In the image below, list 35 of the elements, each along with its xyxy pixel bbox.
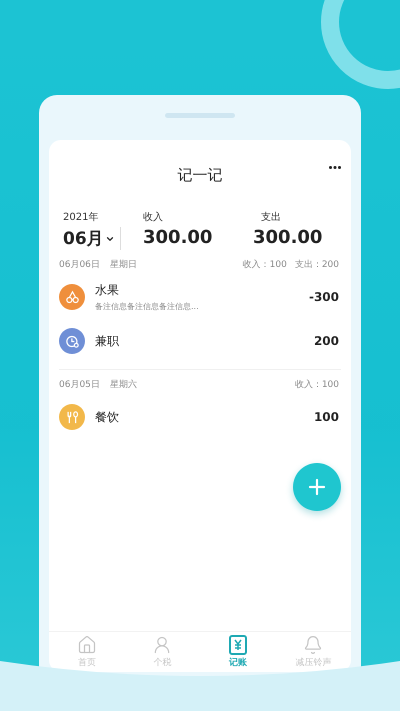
- expense-label: 支出: [260, 210, 282, 224]
- day-weekday: 星期日: [110, 258, 137, 271]
- day-total: 收入：100: [242, 258, 287, 271]
- day-total: 收入：100: [294, 378, 339, 391]
- bell-icon: [303, 635, 324, 655]
- income-total: 300.00: [143, 227, 214, 248]
- day-weekday: 星期六: [110, 378, 137, 391]
- entry-category: 兼职: [95, 332, 120, 350]
- year-label: 2021年: [63, 211, 100, 224]
- nav-tab[interactable]: 记账: [200, 632, 276, 672]
- fork-spoon-icon: [64, 410, 80, 424]
- month-picker[interactable]: 06月: [63, 227, 121, 250]
- nav-tab[interactable]: 首页: [49, 632, 124, 672]
- expense-total: 300.00: [253, 227, 324, 248]
- home-icon: [76, 635, 97, 655]
- entry-note: 备注信息备注信息备注信息...: [95, 301, 200, 312]
- more-icon: [329, 166, 341, 169]
- cherry-icon: [64, 290, 80, 304]
- day-date: 06月05日: [59, 379, 100, 391]
- day-date: 06月06日: [59, 259, 100, 271]
- entry-category: 餐饮: [95, 408, 120, 426]
- entry-amount: 200: [314, 334, 339, 348]
- page-title: 记一记: [178, 166, 222, 184]
- income-label: 收入: [143, 210, 164, 224]
- entry-amount: 100: [314, 410, 339, 424]
- nav-tab[interactable]: 个税: [124, 632, 200, 672]
- person-icon: [152, 635, 172, 655]
- entry-amount: -300: [308, 290, 339, 304]
- more-button[interactable]: [327, 164, 343, 171]
- nav-tab[interactable]: 减压铃声: [276, 632, 351, 672]
- entry-category: 水果: [95, 282, 120, 299]
- speaker-grille: [165, 113, 235, 118]
- clock-icon: [64, 334, 80, 348]
- yen-ledger-icon: [228, 635, 248, 655]
- day-total: 支出：200: [294, 258, 339, 271]
